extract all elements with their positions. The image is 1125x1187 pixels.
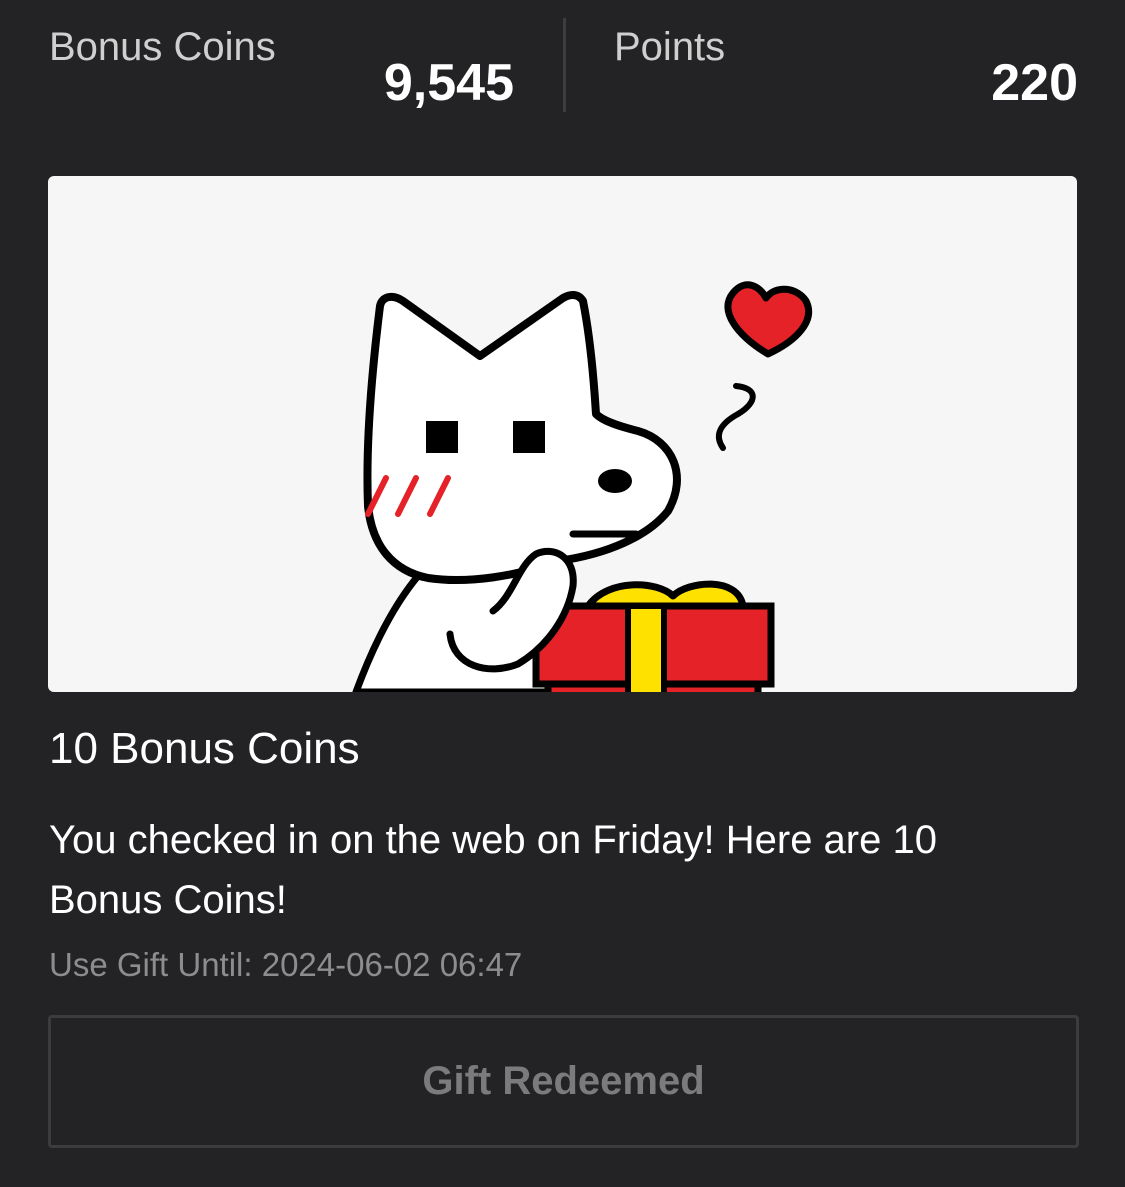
bonus-coins-label: Bonus Coins bbox=[49, 25, 276, 69]
squiggle-icon bbox=[715, 383, 756, 451]
heart-icon bbox=[724, 281, 813, 358]
gift-banner-image bbox=[48, 176, 1077, 692]
gift-expiry: Use Gift Until: 2024-06-02 06:47 bbox=[49, 944, 522, 986]
points-value: 220 bbox=[991, 54, 1078, 112]
gift-description: You checked in on the web on Friday! Her… bbox=[49, 818, 937, 922]
bonus-coins-value: 9,545 bbox=[383, 54, 514, 112]
cat-with-gift-illustration bbox=[352, 281, 813, 692]
expiry-value: 2024-06-02 06:47 bbox=[261, 946, 523, 983]
gift-title: 10 Bonus Coins bbox=[49, 724, 360, 773]
cat-right-eye bbox=[513, 421, 545, 453]
gift-redeemed-button[interactable]: Gift Redeemed bbox=[48, 1015, 1079, 1148]
cat-nose bbox=[598, 469, 632, 493]
balance-header: Bonus Coins 9,545 Points 220 bbox=[0, 0, 1125, 130]
expiry-label: Use Gift Until: bbox=[49, 946, 253, 983]
points-label: Points bbox=[614, 25, 726, 69]
cat-left-eye bbox=[426, 421, 458, 453]
stats-divider bbox=[563, 18, 566, 112]
